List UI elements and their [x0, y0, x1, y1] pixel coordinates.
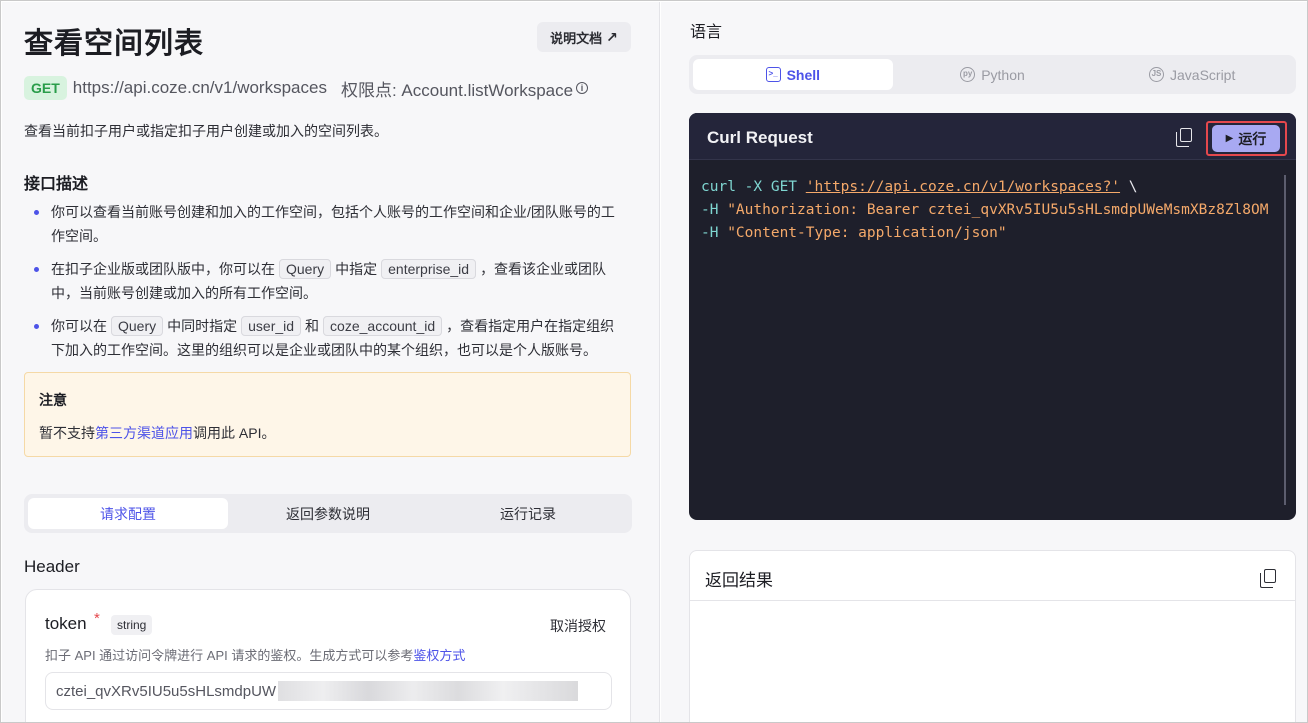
token-card: token * string 取消授权 扣子 API 通过访问令牌进行 API … — [25, 589, 631, 722]
auth-method-link[interactable]: 鉴权方式 — [413, 648, 465, 663]
list-item-text: 在扣子企业版或团队版中，你可以在 — [51, 261, 275, 277]
code-panel: 语言 >_ Shell py Python JS JavaScript Curl… — [661, 2, 1307, 722]
revoke-auth-button[interactable]: 取消授权 — [550, 616, 606, 636]
doc-button[interactable]: 说明文档 ↗ — [537, 22, 631, 52]
api-doc-panel: 查看空间列表 说明文档 ↗ GET https://api.coze.cn/v1… — [2, 2, 660, 722]
tab-request-config[interactable]: 请求配置 — [28, 498, 228, 529]
token-hint-text: 扣子 API 通过访问令牌进行 API 请求的鉴权。生成方式可以参考 — [45, 648, 414, 663]
page-title: 查看空间列表 — [24, 28, 205, 60]
code-flag: -H — [701, 225, 728, 241]
code-content[interactable]: curl -X GET 'https://api.coze.cn/v1/work… — [701, 176, 1282, 245]
language-label: 语言 — [690, 24, 723, 41]
api-description: 查看当前扣子用户或指定扣子用户创建或加入的空间列表。 — [24, 123, 388, 139]
list-item: 你可以查看当前账号创建和加入的工作空间，包括个人账号的工作空间和企业/团队账号的… — [32, 200, 628, 248]
list-item: 在扣子企业版或团队版中，你可以在 Query 中指定 enterprise_id ，查看… — [32, 257, 628, 305]
code-flag: -H — [701, 202, 728, 218]
tab-label: Shell — [786, 66, 821, 83]
notice-body: 暂不支持第三方渠道应用调用此 API。 — [39, 423, 275, 443]
javascript-icon: JS — [1149, 67, 1164, 82]
tab-response-params[interactable]: 返回参数说明 — [228, 498, 428, 529]
code-url: 'https://api.coze.cn/v1/workspaces?' — [805, 179, 1121, 195]
tab-javascript[interactable]: JS JavaScript — [1092, 59, 1292, 90]
token-label: token — [45, 614, 87, 633]
copy-icon[interactable] — [1176, 128, 1192, 147]
endpoint-url: https://api.coze.cn/v1/workspaces — [72, 78, 327, 97]
header-section-title: Header — [24, 557, 80, 576]
external-arrow-icon: ↗ — [606, 28, 618, 45]
app-window: 查看空间列表 说明文档 ↗ GET https://api.coze.cn/v1… — [0, 0, 1308, 723]
tab-python[interactable]: py Python — [893, 59, 1093, 90]
tab-label: JavaScript — [1170, 66, 1236, 83]
doc-button-label: 说明文档 — [550, 30, 603, 46]
token-input[interactable]: cztei_qvXRv5IU5u5sHLsmdpUW — [45, 672, 612, 710]
code-header: Curl Request ▶ 运行 — [689, 113, 1296, 160]
scrollbar[interactable] — [1284, 175, 1286, 505]
code-coze-account-id: coze_account_id — [323, 316, 443, 336]
notice-box: 注意 暂不支持第三方渠道应用调用此 API。 — [24, 372, 631, 457]
result-header: 返回结果 — [690, 551, 1295, 601]
terminal-icon: >_ — [765, 67, 781, 82]
list-item-text: 和 — [305, 318, 320, 334]
description-list: 你可以查看当前账号创建和加入的工作空间，包括个人账号的工作空间和企业/团队账号的… — [32, 200, 628, 371]
third-party-link[interactable]: 第三方渠道应用 — [95, 425, 193, 441]
endpoint-row: GET https://api.coze.cn/v1/workspaces 权限… — [24, 74, 589, 102]
tab-label: Python — [981, 66, 1025, 83]
run-label: 运行 — [1238, 130, 1267, 147]
info-icon[interactable]: i — [576, 82, 589, 94]
tab-run-history[interactable]: 运行记录 — [428, 498, 628, 529]
tab-shell[interactable]: >_ Shell — [693, 59, 893, 90]
code-command: curl -X GET — [701, 179, 806, 195]
code-query: Query — [111, 316, 164, 336]
section-title: 接口描述 — [24, 176, 89, 193]
type-badge: string — [111, 615, 153, 635]
method-badge: GET — [24, 76, 67, 100]
list-item: 你可以在 Query 中同时指定 user_id 和 coze_account_id ，查看… — [32, 314, 628, 362]
code-continuation: \ — [1120, 179, 1138, 195]
list-item-text: 你可以在 — [51, 318, 107, 334]
copy-icon[interactable] — [1260, 569, 1276, 588]
result-box: 返回结果 — [689, 550, 1296, 722]
code-query: Query — [279, 259, 332, 279]
required-star: * — [94, 610, 100, 627]
code-title: Curl Request — [707, 128, 813, 147]
list-item-text: 中同时指定 — [167, 318, 238, 334]
notice-title: 注意 — [39, 392, 67, 408]
notice-text: 暂不支持 — [39, 425, 95, 441]
list-item-text: 你可以查看当前账号创建和加入的工作空间，包括个人账号的工作空间和企业/团队账号的… — [51, 204, 615, 244]
run-button[interactable]: ▶ 运行 — [1212, 125, 1280, 152]
code-content-type-header: "Content-Type: application/json" — [727, 225, 1007, 241]
result-title: 返回结果 — [705, 571, 773, 590]
config-tabs: 请求配置 返回参数说明 运行记录 — [24, 494, 632, 533]
language-tabs: >_ Shell py Python JS JavaScript — [689, 55, 1296, 94]
curl-request-box: Curl Request ▶ 运行 curl -X GET 'https://a… — [689, 113, 1296, 520]
token-hint: 扣子 API 通过访问令牌进行 API 请求的鉴权。生成方式可以参考鉴权方式 — [45, 645, 465, 664]
code-auth-header: "Authorization: Bearer cztei_qvXRv5IU5u5… — [727, 202, 1269, 218]
code-user-id: user_id — [241, 316, 302, 336]
token-value: cztei_qvXRv5IU5u5sHLsmdpUW — [56, 682, 277, 700]
python-icon: py — [960, 67, 976, 82]
code-enterprise-id: enterprise_id — [381, 259, 477, 279]
permission-text: 权限点: Account.listWorkspace — [340, 80, 574, 100]
play-icon: ▶ — [1225, 133, 1234, 144]
notice-text: 调用此 API。 — [193, 425, 276, 441]
list-item-text: 中指定 — [335, 261, 378, 277]
redacted-mask — [278, 681, 579, 701]
